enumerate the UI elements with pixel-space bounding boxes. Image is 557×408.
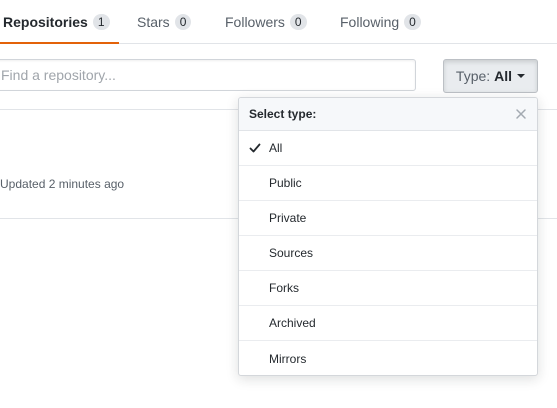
type-filter-prefix: Type: bbox=[455, 68, 491, 84]
type-option-label: Archived bbox=[269, 316, 316, 330]
repo-updated-text: Updated 2 minutes ago bbox=[0, 177, 125, 191]
select-menu-header: Select type: bbox=[239, 98, 537, 131]
type-option-forks[interactable]: Forks bbox=[239, 271, 537, 306]
tab-following[interactable]: Following 0 bbox=[340, 0, 421, 43]
type-option-label: All bbox=[269, 141, 283, 155]
type-option-label: Sources bbox=[269, 246, 314, 260]
tab-followers-label: Followers bbox=[225, 13, 285, 30]
tab-following-counter: 0 bbox=[404, 13, 421, 30]
type-option-sources[interactable]: Sources bbox=[239, 236, 537, 271]
check-icon bbox=[249, 143, 261, 153]
caret-down-icon bbox=[517, 74, 526, 78]
type-option-mirrors[interactable]: Mirrors bbox=[239, 341, 537, 375]
tab-repositories[interactable]: Repositories 1 bbox=[0, 0, 118, 44]
type-filter-button[interactable]: Type: All bbox=[443, 59, 538, 93]
type-option-public[interactable]: Public bbox=[239, 166, 537, 201]
profile-tabnav: Repositories 1 Stars 0 Followers 0 Follo… bbox=[0, 0, 557, 44]
close-icon[interactable] bbox=[515, 108, 527, 120]
repository-search-input[interactable] bbox=[0, 59, 416, 91]
tab-following-label: Following bbox=[340, 13, 400, 30]
type-filter-value: All bbox=[494, 68, 513, 84]
type-option-label: Forks bbox=[269, 281, 299, 295]
tab-stars-label: Stars bbox=[137, 13, 170, 30]
select-menu-list: All Public Private Sources Forks Archive… bbox=[239, 131, 537, 375]
type-option-label: Private bbox=[269, 211, 307, 225]
type-option-label: Public bbox=[269, 176, 302, 190]
type-option-label: Mirrors bbox=[269, 351, 307, 366]
repo-updated-timestamp: Updated 2 minutes ago bbox=[0, 177, 124, 191]
profile-repositories-page: Repositories 1 Stars 0 Followers 0 Follo… bbox=[0, 0, 557, 408]
type-select-menu: Select type: All Public Private Sources bbox=[238, 97, 538, 376]
tab-repositories-label: Repositories bbox=[3, 13, 88, 30]
type-option-archived[interactable]: Archived bbox=[239, 306, 537, 341]
tab-followers-counter: 0 bbox=[289, 13, 307, 30]
tab-followers[interactable]: Followers 0 bbox=[225, 0, 307, 43]
select-menu-title: Select type: bbox=[249, 107, 317, 121]
tab-stars[interactable]: Stars 0 bbox=[137, 0, 192, 43]
type-option-all[interactable]: All bbox=[239, 131, 537, 166]
tab-repositories-counter: 1 bbox=[92, 13, 110, 30]
tab-stars-counter: 0 bbox=[174, 13, 192, 30]
type-option-private[interactable]: Private bbox=[239, 201, 537, 236]
